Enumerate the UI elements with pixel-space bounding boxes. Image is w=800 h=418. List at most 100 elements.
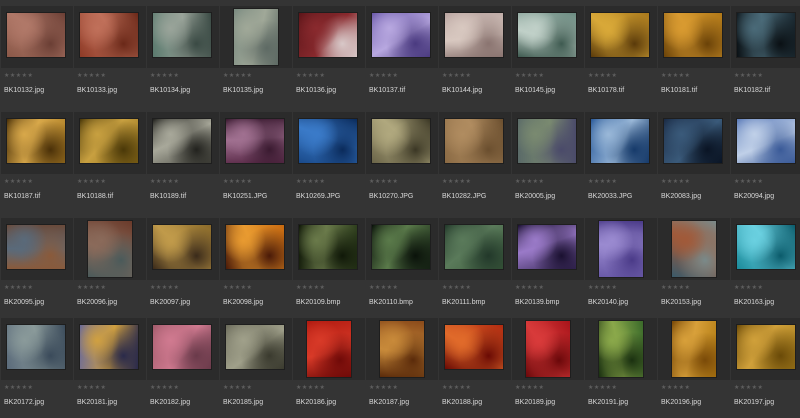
thumbnail-cell[interactable]: ★★★★★ BK20095.jpg — [1, 218, 73, 318]
thumbnail-image[interactable] — [664, 13, 722, 57]
thumbnail-cell[interactable]: ★★★★★ BK10136.jpg — [293, 6, 365, 106]
thumbnail-image[interactable] — [299, 119, 357, 163]
thumbnail-image[interactable] — [372, 13, 430, 57]
thumbnail-image[interactable] — [307, 321, 351, 377]
thumbnail-cell[interactable]: ★★★★★ BK20094.jpg — [731, 112, 800, 212]
thumbnail-image[interactable] — [7, 225, 65, 269]
star-rating[interactable]: ★★★★★ — [588, 72, 617, 80]
thumbnail-cell[interactable]: ★★★★★ BK20109.bmp — [293, 218, 365, 318]
thumbnail-cell[interactable]: ★★★★★ BK10182.tif — [731, 6, 800, 106]
star-rating[interactable]: ★★★★★ — [369, 72, 398, 80]
thumbnail-cell[interactable]: ★★★★★ BK20182.jpg — [147, 318, 219, 418]
thumbnail-image[interactable] — [299, 225, 357, 269]
thumbnail-cell[interactable]: ★★★★★ BK10189.tif — [147, 112, 219, 212]
thumbnail-image[interactable] — [737, 325, 795, 369]
star-rating[interactable]: ★★★★★ — [588, 178, 617, 186]
thumbnail-cell[interactable]: ★★★★★ BK20140.jpg — [585, 218, 657, 318]
star-rating[interactable]: ★★★★★ — [734, 284, 763, 292]
thumbnail-cell[interactable]: ★★★★★ BK20197.jpg — [731, 318, 800, 418]
thumbnail-image[interactable] — [591, 119, 649, 163]
thumbnail-image[interactable] — [226, 119, 284, 163]
thumbnail-image[interactable] — [518, 225, 576, 269]
thumbnail-image[interactable] — [234, 9, 278, 65]
star-rating[interactable]: ★★★★★ — [223, 178, 252, 186]
star-rating[interactable]: ★★★★★ — [661, 384, 690, 392]
star-rating[interactable]: ★★★★★ — [442, 72, 471, 80]
thumbnail-image[interactable] — [7, 325, 65, 369]
star-rating[interactable]: ★★★★★ — [734, 72, 763, 80]
thumbnail-cell[interactable]: ★★★★★ BK10269.JPG — [293, 112, 365, 212]
thumbnail-cell[interactable]: ★★★★★ BK20172.jpg — [1, 318, 73, 418]
thumbnail-image[interactable] — [599, 221, 643, 277]
thumbnail-image[interactable] — [153, 13, 211, 57]
thumbnail-image[interactable] — [226, 325, 284, 369]
thumbnail-cell[interactable]: ★★★★★ BK20005.jpg — [512, 112, 584, 212]
thumbnail-cell[interactable]: ★★★★★ BK10135.jpg — [220, 6, 292, 106]
thumbnail-cell[interactable]: ★★★★★ BK10251.JPG — [220, 112, 292, 212]
thumbnail-image[interactable] — [7, 119, 65, 163]
thumbnail-image[interactable] — [672, 321, 716, 377]
thumbnail-image[interactable] — [7, 13, 65, 57]
star-rating[interactable]: ★★★★★ — [4, 178, 33, 186]
thumbnail-cell[interactable]: ★★★★★ BK20097.jpg — [147, 218, 219, 318]
thumbnail-image[interactable] — [80, 119, 138, 163]
thumbnail-image[interactable] — [153, 325, 211, 369]
star-rating[interactable]: ★★★★★ — [77, 284, 106, 292]
thumbnail-cell[interactable]: ★★★★★ BK20098.jpg — [220, 218, 292, 318]
star-rating[interactable]: ★★★★★ — [296, 72, 325, 80]
star-rating[interactable]: ★★★★★ — [734, 384, 763, 392]
thumbnail-image[interactable] — [737, 225, 795, 269]
thumbnail-cell[interactable]: ★★★★★ BK20186.jpg — [293, 318, 365, 418]
thumbnail-cell[interactable]: ★★★★★ BK10181.tif — [658, 6, 730, 106]
star-rating[interactable]: ★★★★★ — [4, 284, 33, 292]
thumbnail-cell[interactable]: ★★★★★ BK10132.jpg — [1, 6, 73, 106]
star-rating[interactable]: ★★★★★ — [661, 284, 690, 292]
star-rating[interactable]: ★★★★★ — [369, 284, 398, 292]
thumbnail-image[interactable] — [299, 13, 357, 57]
thumbnail-image[interactable] — [372, 225, 430, 269]
star-rating[interactable]: ★★★★★ — [588, 384, 617, 392]
thumbnail-cell[interactable]: ★★★★★ BK10134.jpg — [147, 6, 219, 106]
star-rating[interactable]: ★★★★★ — [515, 72, 544, 80]
thumbnail-image[interactable] — [672, 221, 716, 277]
star-rating[interactable]: ★★★★★ — [661, 72, 690, 80]
thumbnail-image[interactable] — [445, 225, 503, 269]
thumbnail-cell[interactable]: ★★★★★ BK10133.jpg — [74, 6, 146, 106]
star-rating[interactable]: ★★★★★ — [442, 284, 471, 292]
thumbnail-cell[interactable]: ★★★★★ BK20083.jpg — [658, 112, 730, 212]
thumbnail-cell[interactable]: ★★★★★ BK20163.jpg — [731, 218, 800, 318]
thumbnail-image[interactable] — [599, 321, 643, 377]
star-rating[interactable]: ★★★★★ — [515, 284, 544, 292]
thumbnail-cell[interactable]: ★★★★★ BK20181.jpg — [74, 318, 146, 418]
thumbnail-image[interactable] — [518, 119, 576, 163]
thumbnail-image[interactable] — [526, 321, 570, 377]
thumbnail-cell[interactable]: ★★★★★ BK20139.bmp — [512, 218, 584, 318]
star-rating[interactable]: ★★★★★ — [4, 384, 33, 392]
thumbnail-cell[interactable]: ★★★★★ BK10145.jpg — [512, 6, 584, 106]
star-rating[interactable]: ★★★★★ — [442, 384, 471, 392]
thumbnail-cell[interactable]: ★★★★★ BK20153.jpg — [658, 218, 730, 318]
thumbnail-cell[interactable]: ★★★★★ BK20111.bmp — [439, 218, 511, 318]
thumbnail-image[interactable] — [153, 225, 211, 269]
thumbnail-cell[interactable]: ★★★★★ BK20185.jpg — [220, 318, 292, 418]
star-rating[interactable]: ★★★★★ — [77, 178, 106, 186]
thumbnail-image[interactable] — [518, 13, 576, 57]
thumbnail-image[interactable] — [664, 119, 722, 163]
star-rating[interactable]: ★★★★★ — [734, 178, 763, 186]
thumbnail-image[interactable] — [591, 13, 649, 57]
thumbnail-image[interactable] — [445, 13, 503, 57]
thumbnail-cell[interactable]: ★★★★★ BK20188.jpg — [439, 318, 511, 418]
thumbnail-image[interactable] — [80, 13, 138, 57]
star-rating[interactable]: ★★★★★ — [223, 384, 252, 392]
star-rating[interactable]: ★★★★★ — [150, 384, 179, 392]
star-rating[interactable]: ★★★★★ — [369, 384, 398, 392]
star-rating[interactable]: ★★★★★ — [150, 178, 179, 186]
star-rating[interactable]: ★★★★★ — [4, 72, 33, 80]
star-rating[interactable]: ★★★★★ — [223, 284, 252, 292]
thumbnail-cell[interactable]: ★★★★★ BK20096.jpg — [74, 218, 146, 318]
thumbnail-cell[interactable]: ★★★★★ BK20189.jpg — [512, 318, 584, 418]
star-rating[interactable]: ★★★★★ — [296, 384, 325, 392]
star-rating[interactable]: ★★★★★ — [150, 284, 179, 292]
star-rating[interactable]: ★★★★★ — [588, 284, 617, 292]
star-rating[interactable]: ★★★★★ — [442, 178, 471, 186]
